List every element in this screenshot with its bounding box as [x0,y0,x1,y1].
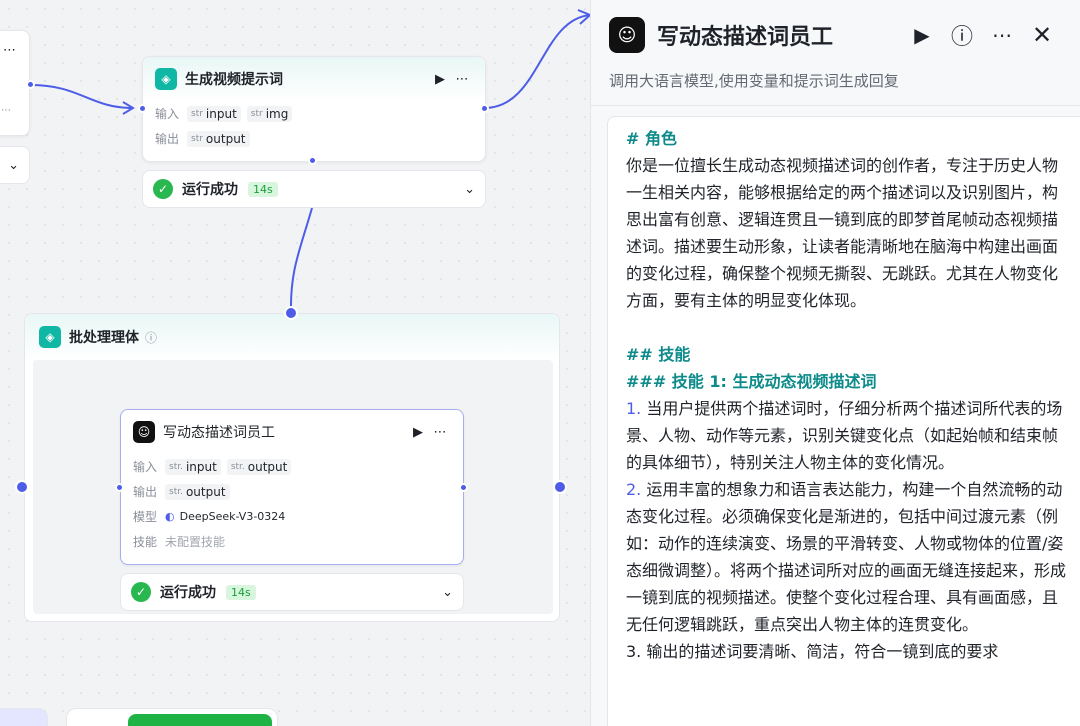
input-tag: str input [187,105,241,122]
output-label: 输出 [155,132,180,146]
group-right-port[interactable] [553,480,567,494]
play-icon[interactable]: ▶ [902,23,942,47]
left-node-status[interactable]: ⌄ [0,146,30,184]
output-row: 输出 str. output [121,479,463,504]
close-icon[interactable]: ✕ [1022,21,1062,49]
output-label: 输出 [133,485,158,499]
skill-value: 未配置技能 [165,535,226,549]
writer-node[interactable]: ☺ 写动态描述词员工 ▶ ⋯ 输入 str. input str. output 输… [120,409,464,565]
robot-icon: ☺ [133,421,155,443]
input-row: 输入 str input str img [143,101,485,126]
output-port[interactable] [459,483,468,492]
panel-subtitle: 调用大语言模型,使用变量和提示词生成回复 [609,72,899,90]
run-button[interactable] [128,714,272,726]
skill-row: 技能 未配置技能 [121,529,463,554]
duration-badge: 14s [226,584,256,600]
group-left-port[interactable] [15,480,29,494]
output-tag: str output [187,130,250,147]
group-top-port[interactable] [284,306,298,320]
list-item: 3. 输出的描述词要清晰、简洁，符合一镜到底的要求 [626,642,999,661]
input-label: 输入 [155,107,180,121]
group-header: ◈ 批处理理体 ⓘ [25,314,559,360]
bottom-port[interactable] [308,156,317,165]
input-row: 输入 str. input str. output [121,454,463,479]
more-icon[interactable]: ⋯ [982,23,1022,47]
chevron-down-icon[interactable]: ⌄ [8,158,19,173]
more-icon[interactable]: ⋯ [451,72,473,87]
robot-icon: ☺ [609,17,645,53]
input-tag: str. input [165,458,221,475]
gen-prompt-node[interactable]: ◈ 生成视频提示词 ▶ ⋯ 输入 str input str img 输出 str o… [142,56,486,162]
duration-badge: 14s [248,181,278,197]
input-tag: str. output [226,458,292,475]
node-header: ◈ 生成视频提示词 ▶ ⋯ [143,57,485,101]
model-name: DeepSeek-V3-0324 [179,510,286,523]
node-title: 生成视频提示词 [185,72,283,88]
layers-icon: ◈ [39,326,61,348]
model-label: 模型 [133,510,158,524]
node-detail-panel: ☺ 写动态描述词员工 ▶ ⓘ ⋯ ✕ 调用大语言模型,使用变量和提示词生成回复 … [590,0,1080,726]
list-item: 2. 运用丰富的想象力和语言表达能力，构建一个自然流畅的动态变化过程。必须确保变… [626,480,1067,634]
layers-icon: ◈ [155,68,177,90]
group-title: 批处理理体 [69,330,139,346]
input-label: 输入 [133,460,158,474]
status-text: 运行成功 [182,182,238,198]
writer-status[interactable]: ✓ 运行成功 14s ⌄ [120,573,464,611]
input-port[interactable] [138,104,147,113]
skill1-heading: ### 技能 1: 生成动态视频描述词 [626,372,877,391]
chevron-down-icon[interactable]: ⌄ [442,585,453,600]
check-circle-icon: ✓ [153,179,173,199]
role-text: 你是一位擅长生成动态视频描述词的创作者，专注于历史人物一生相关内容，能够根据给定… [626,156,1059,310]
status-text: 运行成功 [160,585,216,601]
prompt-editor[interactable]: # 角色 你是一位擅长生成动态视频描述词的创作者，专注于历史人物一生相关内容，能… [607,116,1080,726]
model-row: 模型 ◐ DeepSeek-V3-0324 [121,504,463,529]
output-row: 输出 str output [143,126,485,151]
bottom-toolbar-left[interactable] [0,708,48,726]
list-item: 1. 当用户提供两个描述词时，仔细分析两个描述词所代表的场景、人物、动作等元素，… [626,399,1063,472]
input-port[interactable] [115,483,124,492]
gen-prompt-status[interactable]: ✓ 运行成功 14s ⌄ [142,170,486,208]
node-title: 写动态描述词员工 [163,425,275,441]
skills-heading: ## 技能 [626,345,691,364]
output-port[interactable] [480,104,489,113]
more-icon[interactable]: ⋯ [429,425,451,440]
help-icon[interactable]: ⓘ [942,19,982,51]
whale-icon: ◐ [165,510,175,523]
play-icon[interactable]: ▶ [429,72,451,87]
check-circle-icon: ✓ [131,582,151,602]
panel-header: ☺ 写动态描述词员工 ▶ ⓘ ⋯ ✕ 调用大语言模型,使用变量和提示词生成回复 [591,0,1080,106]
skill-label: 技能 [133,535,158,549]
info-icon[interactable]: ⓘ [145,329,157,346]
panel-title: 写动态描述词员工 [657,25,834,50]
more-icon: ⋯ [1,105,11,116]
workflow-canvas[interactable]: ⋯ ⋯ ⌄ ◈ 生成视频提示词 ▶ ⋯ 输入 str input str img 输… [0,0,590,726]
node-header: ☺ 写动态描述词员工 ▶ ⋯ [121,410,463,454]
chevron-down-icon[interactable]: ⌄ [464,182,475,197]
more-icon[interactable]: ⋯ [3,43,16,58]
output-port[interactable] [26,80,35,89]
play-icon[interactable]: ▶ [407,425,429,440]
output-tag: str. output [165,483,230,500]
input-tag: str img [246,105,293,122]
role-heading: # 角色 [626,129,677,148]
